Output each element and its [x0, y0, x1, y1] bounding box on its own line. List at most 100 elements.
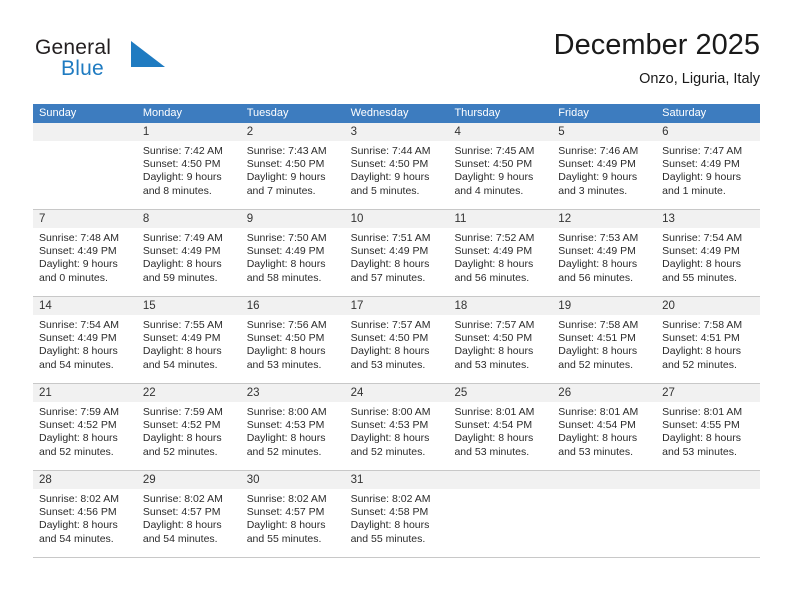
weekday-header-friday: Friday: [558, 107, 589, 119]
day-number[interactable]: 1: [137, 123, 241, 141]
sunrise-line: Sunrise: 7:58 AM: [558, 319, 639, 331]
day-number[interactable]: 10: [345, 210, 449, 228]
day-cell[interactable]: Sunrise: 8:00 AM Sunset: 4:53 PM Daylight:…: [345, 402, 449, 470]
daylight-line-cont: and 52 minutes.: [662, 358, 737, 371]
day-cell[interactable]: Sunrise: 8:01 AM Sunset: 4:54 PM Daylight:…: [448, 402, 552, 470]
daylight-line-cont: and 5 minutes.: [350, 184, 420, 197]
day-number[interactable]: 21: [33, 384, 137, 402]
day-number[interactable]: 14: [33, 297, 137, 315]
day-cell[interactable]: Sunrise: 8:02 AM Sunset: 4:56 PM Daylight:…: [33, 489, 137, 557]
sunset-line: Sunset: 4:52 PM: [142, 419, 221, 432]
day-cell[interactable]: Sunrise: 7:59 AM Sunset: 4:52 PM Daylight:…: [137, 402, 241, 470]
daylight-line: Daylight: 8 hours: [142, 519, 222, 532]
sunset-line: Sunset: 4:50 PM: [454, 332, 533, 345]
day-number[interactable]: 8: [137, 210, 241, 228]
day-number[interactable]: 20: [656, 297, 760, 315]
day-number[interactable]: 29: [137, 471, 241, 489]
day-number[interactable]: 9: [241, 210, 345, 228]
daylight-line: Daylight: 8 hours: [558, 258, 638, 271]
day-number[interactable]: 13: [656, 210, 760, 228]
day-cell[interactable]: Sunrise: 7:57 AM Sunset: 4:50 PM Daylight:…: [345, 315, 449, 383]
day-cell[interactable]: Sunrise: 7:55 AM Sunset: 4:49 PM Daylight:…: [137, 315, 241, 383]
title-block: December 2025 Onzo, Liguria, Italy: [554, 28, 760, 89]
day-number[interactable]: 16: [241, 297, 345, 315]
day-number[interactable]: 17: [345, 297, 449, 315]
daylight-line: Daylight: 8 hours: [558, 432, 638, 445]
day-number[interactable]: 2: [241, 123, 345, 141]
weekday-header-thursday: Thursday: [454, 107, 501, 119]
sunset-line: Sunset: 4:56 PM: [39, 506, 117, 519]
day-cell[interactable]: Sunrise: 7:59 AM Sunset: 4:52 PM Daylight:…: [33, 402, 137, 470]
daylight-line: Daylight: 8 hours: [142, 345, 222, 358]
day-number[interactable]: 27: [656, 384, 760, 402]
calendar-weeks: 1 2 3 4 5 6 Sunrise: 7:42 AM Sunset: 4:50 PM Day…: [33, 123, 760, 558]
day-number[interactable]: 28: [33, 471, 137, 489]
day-cell[interactable]: Sunrise: 7:42 AM Sunset: 4:50 PM Daylight:…: [137, 141, 241, 209]
day-number[interactable]: 24: [345, 384, 449, 402]
sunset-line: Sunset: 4:49 PM: [39, 245, 117, 258]
day-number[interactable]: 7: [33, 210, 137, 228]
day-cell[interactable]: Sunrise: 7:48 AM Sunset: 4:49 PM Daylight:…: [33, 228, 137, 296]
day-cell[interactable]: Sunrise: 7:58 AM Sunset: 4:51 PM Daylight:…: [552, 315, 656, 383]
calendar-week-row: 21 22 23 24 25 26 27 Sunrise: 7:59 AM Sunset: 4:…: [33, 384, 760, 471]
day-number-empty: [448, 471, 552, 489]
daylight-line: Daylight: 8 hours: [454, 345, 534, 358]
day-cell[interactable]: Sunrise: 7:56 AM Sunset: 4:50 PM Daylight:…: [241, 315, 345, 383]
sunset-line: Sunset: 4:57 PM: [142, 506, 221, 519]
day-cell[interactable]: Sunrise: 7:44 AM Sunset: 4:50 PM Daylight:…: [345, 141, 449, 209]
day-cell[interactable]: Sunrise: 7:46 AM Sunset: 4:49 PM Daylight:…: [552, 141, 656, 209]
day-number[interactable]: 11: [448, 210, 552, 228]
sunrise-line: Sunrise: 7:50 AM: [246, 232, 327, 244]
day-cell[interactable]: Sunrise: 8:00 AM Sunset: 4:53 PM Daylight:…: [241, 402, 345, 470]
daylight-line-cont: and 53 minutes.: [350, 358, 426, 371]
day-cell[interactable]: Sunrise: 7:57 AM Sunset: 4:50 PM Daylight:…: [448, 315, 552, 383]
day-cell[interactable]: Sunrise: 8:01 AM Sunset: 4:54 PM Daylight:…: [552, 402, 656, 470]
day-cell[interactable]: Sunrise: 7:51 AM Sunset: 4:49 PM Daylight:…: [345, 228, 449, 296]
day-number[interactable]: 19: [552, 297, 656, 315]
day-number[interactable]: 25: [448, 384, 552, 402]
sunrise-line: Sunrise: 7:55 AM: [142, 319, 223, 331]
day-cell[interactable]: Sunrise: 8:02 AM Sunset: 4:58 PM Daylight:…: [345, 489, 449, 557]
daylight-line-cont: and 55 minutes.: [246, 532, 322, 545]
sunset-line: Sunset: 4:52 PM: [39, 419, 117, 432]
brand-logo[interactable]: General Blue: [33, 32, 233, 88]
day-number[interactable]: 23: [241, 384, 345, 402]
day-cell[interactable]: Sunrise: 7:52 AM Sunset: 4:49 PM Daylight:…: [448, 228, 552, 296]
day-cell[interactable]: Sunrise: 7:49 AM Sunset: 4:49 PM Daylight:…: [137, 228, 241, 296]
daylight-line: Daylight: 8 hours: [142, 432, 222, 445]
day-cell[interactable]: Sunrise: 8:01 AM Sunset: 4:55 PM Daylight:…: [656, 402, 760, 470]
day-number[interactable]: 4: [448, 123, 552, 141]
day-number[interactable]: 5: [552, 123, 656, 141]
daylight-line-cont: and 58 minutes.: [246, 271, 322, 284]
day-cell[interactable]: Sunrise: 8:02 AM Sunset: 4:57 PM Daylight:…: [241, 489, 345, 557]
day-number[interactable]: 15: [137, 297, 241, 315]
daylight-line: Daylight: 8 hours: [558, 345, 638, 358]
day-cell[interactable]: Sunrise: 7:43 AM Sunset: 4:50 PM Daylight:…: [241, 141, 345, 209]
day-cell[interactable]: Sunrise: 7:45 AM Sunset: 4:50 PM Daylight:…: [448, 141, 552, 209]
day-number[interactable]: 6: [656, 123, 760, 141]
daylight-line: Daylight: 8 hours: [350, 519, 430, 532]
day-cell[interactable]: Sunrise: 7:54 AM Sunset: 4:49 PM Daylight:…: [33, 315, 137, 383]
sunrise-line: Sunrise: 7:49 AM: [142, 232, 223, 244]
day-cell[interactable]: Sunrise: 8:02 AM Sunset: 4:57 PM Daylight:…: [137, 489, 241, 557]
day-number[interactable]: 12: [552, 210, 656, 228]
day-number[interactable]: 31: [345, 471, 449, 489]
day-number[interactable]: 18: [448, 297, 552, 315]
daylight-line-cont: and 55 minutes.: [662, 271, 737, 284]
sunset-line: Sunset: 4:50 PM: [350, 158, 429, 171]
day-cell[interactable]: Sunrise: 7:47 AM Sunset: 4:49 PM Daylight:…: [656, 141, 760, 209]
sunrise-line: Sunrise: 7:48 AM: [39, 232, 119, 244]
day-cell[interactable]: Sunrise: 7:58 AM Sunset: 4:51 PM Daylight:…: [656, 315, 760, 383]
daylight-line-cont: and 53 minutes.: [454, 445, 530, 458]
daylight-line: Daylight: 9 hours: [454, 171, 534, 184]
day-number[interactable]: 30: [241, 471, 345, 489]
day-cell[interactable]: Sunrise: 7:50 AM Sunset: 4:49 PM Daylight:…: [241, 228, 345, 296]
weekday-header-row: Sunday Monday Tuesday Wednesday Thursday Frid…: [33, 104, 760, 123]
day-number[interactable]: 22: [137, 384, 241, 402]
day-cell[interactable]: Sunrise: 7:53 AM Sunset: 4:49 PM Daylight:…: [552, 228, 656, 296]
day-number[interactable]: 3: [345, 123, 449, 141]
day-cell[interactable]: Sunrise: 7:54 AM Sunset: 4:49 PM Daylight:…: [656, 228, 760, 296]
calendar-week-row: 28 29 30 31 Sunrise: 8:02 AM Sunset: 4:56 PM D…: [33, 471, 760, 558]
sunrise-line: Sunrise: 8:02 AM: [350, 493, 431, 505]
day-number[interactable]: 26: [552, 384, 656, 402]
